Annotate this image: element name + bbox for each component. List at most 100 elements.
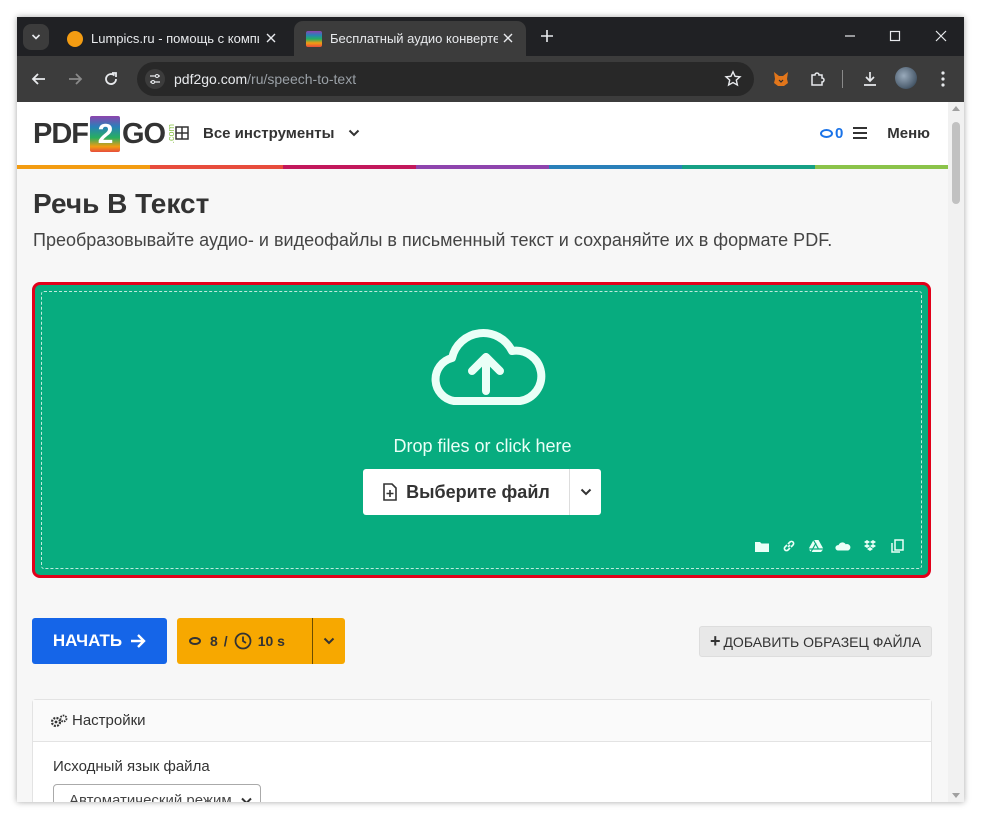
time-cost: 10 s	[257, 633, 285, 649]
header-right: 0 Меню	[819, 122, 930, 144]
close-icon[interactable]	[263, 30, 279, 46]
forward-button[interactable]	[63, 67, 87, 91]
settings-header: Настройки	[33, 700, 931, 742]
site-settings-icon[interactable]	[145, 69, 165, 89]
chevron-down-icon	[31, 34, 41, 40]
cost-separator: /	[223, 633, 228, 649]
credits-cost: 8	[210, 633, 218, 649]
logo-two: 2	[90, 116, 120, 152]
choose-file-dropdown[interactable]	[570, 469, 601, 515]
toolbar-divider	[842, 70, 843, 88]
tab-search-button[interactable]	[23, 24, 49, 50]
choose-file-label: Выберите файл	[406, 481, 550, 502]
close-icon	[935, 30, 947, 42]
grid-icon	[175, 126, 189, 140]
scroll-up-arrow-icon[interactable]	[952, 106, 960, 111]
google-drive-icon[interactable]	[808, 538, 824, 554]
clock-icon	[234, 632, 252, 650]
url-path: /ru/speech-to-text	[247, 71, 357, 87]
browser-toolbar: pdf2go.com/ru/speech-to-text	[17, 56, 964, 102]
cost-info-button[interactable]: 8 / 10 s	[177, 618, 345, 664]
settings-heading: Настройки	[72, 712, 146, 729]
logo-go: GO	[122, 117, 166, 150]
menu-button[interactable]: Меню	[887, 125, 930, 142]
tab-title: Lumpics.ru - помощь с компьютером	[91, 31, 259, 46]
cloud-upload-icon	[431, 329, 546, 405]
start-label: НАЧАТЬ	[52, 631, 123, 650]
bookmark-star-icon[interactable]	[724, 70, 742, 88]
coin-icon	[189, 637, 201, 645]
logo-pdf: PDF	[33, 117, 89, 150]
start-button[interactable]: НАЧАТЬ	[32, 618, 167, 664]
pdf2go-favicon-icon	[306, 30, 322, 47]
page-viewport: PDF 2 GO .com Все инструменты 0 Меню Реч…	[17, 102, 948, 802]
add-sample-file-button[interactable]: + ДОБАВИТЬ ОБРАЗЕЦ ФАЙЛА	[699, 626, 932, 657]
maximize-button[interactable]	[885, 26, 905, 46]
maximize-icon	[889, 30, 901, 42]
cost-dropdown[interactable]	[313, 635, 345, 647]
chevron-down-icon	[580, 488, 591, 496]
cost-info: 8 / 10 s	[177, 618, 313, 664]
tab-pdf2go[interactable]: Бесплатный аудио конвертер онлайн	[294, 21, 526, 56]
new-tab-button[interactable]	[537, 26, 557, 46]
back-button[interactable]	[27, 67, 51, 91]
hamburger-icon[interactable]	[853, 127, 868, 139]
profile-avatar[interactable]	[895, 67, 917, 89]
credits-indicator[interactable]: 0	[819, 124, 844, 142]
all-tools-label: Все инструменты	[203, 124, 335, 142]
arrow-left-icon	[31, 73, 45, 85]
language-label: Исходный язык файла	[53, 758, 210, 775]
link-icon[interactable]	[781, 538, 797, 554]
dropzone-text: Drop files or click here	[393, 436, 572, 456]
choose-file-button[interactable]: Выберите файл	[363, 469, 570, 515]
scrollbar-thumb[interactable]	[952, 122, 960, 204]
upload-dropzone[interactable]: Drop files or click here Выберите файл	[32, 282, 931, 578]
tab-lumpics[interactable]: Lumpics.ru - помощь с компьютером	[55, 21, 289, 56]
extensions-button[interactable]	[805, 67, 829, 91]
puzzle-icon	[811, 72, 825, 86]
chevron-down-icon	[241, 797, 252, 802]
all-tools-menu[interactable]: Все инструменты	[175, 122, 360, 144]
plus-icon: +	[709, 631, 721, 651]
chevron-down-icon	[349, 129, 360, 137]
choose-file-button-group: Выберите файл	[363, 469, 601, 515]
reload-button[interactable]	[99, 67, 123, 91]
scroll-down-arrow-icon[interactable]	[952, 793, 960, 798]
clipboard-icon[interactable]	[889, 538, 905, 554]
close-window-button[interactable]	[931, 26, 951, 46]
file-add-icon	[383, 483, 397, 501]
gears-icon	[50, 714, 68, 727]
close-icon[interactable]	[500, 30, 516, 46]
browser-menu-button[interactable]	[931, 67, 955, 91]
kebab-menu-icon	[941, 71, 945, 87]
page-subtitle: Преобразовывайте аудио- и видеофайлы в п…	[33, 230, 833, 250]
site-header: PDF 2 GO .com Все инструменты 0 Меню	[17, 102, 948, 165]
downloads-button[interactable]	[858, 67, 882, 91]
add-sample-label: ДОБАВИТЬ ОБРАЗЕЦ ФАЙЛА	[723, 633, 922, 650]
minimize-icon	[845, 35, 855, 37]
credits-count: 0	[834, 124, 844, 142]
metamask-extension-button[interactable]	[769, 67, 793, 91]
dropbox-icon[interactable]	[862, 538, 878, 554]
page-title: Речь В Текст	[33, 188, 210, 219]
dropzone-dashed-area[interactable]: Drop files or click here Выберите файл	[41, 291, 922, 569]
coin-icon	[819, 128, 833, 138]
address-bar[interactable]: pdf2go.com/ru/speech-to-text	[137, 62, 754, 96]
language-value: Автоматический режим	[69, 792, 232, 802]
onedrive-icon[interactable]	[835, 538, 851, 554]
lumpics-favicon-icon	[67, 30, 83, 47]
rainbow-divider	[17, 165, 948, 169]
minimize-button[interactable]	[840, 26, 860, 46]
pdf2go-logo[interactable]: PDF 2 GO .com	[33, 116, 176, 152]
tab-bar: Lumpics.ru - помощь с компьютером Беспла…	[17, 17, 964, 56]
reload-icon	[105, 72, 117, 85]
language-select[interactable]: Автоматический режим	[53, 784, 261, 802]
folder-icon[interactable]	[754, 538, 770, 554]
page-scrollbar[interactable]	[948, 102, 964, 802]
fox-icon	[774, 72, 788, 86]
url-host: pdf2go.com	[174, 71, 248, 87]
download-icon	[864, 72, 876, 86]
url-text: pdf2go.com/ru/speech-to-text	[174, 71, 356, 87]
plus-icon	[541, 30, 553, 42]
tab-title: Бесплатный аудио конвертер онлайн	[330, 31, 498, 46]
